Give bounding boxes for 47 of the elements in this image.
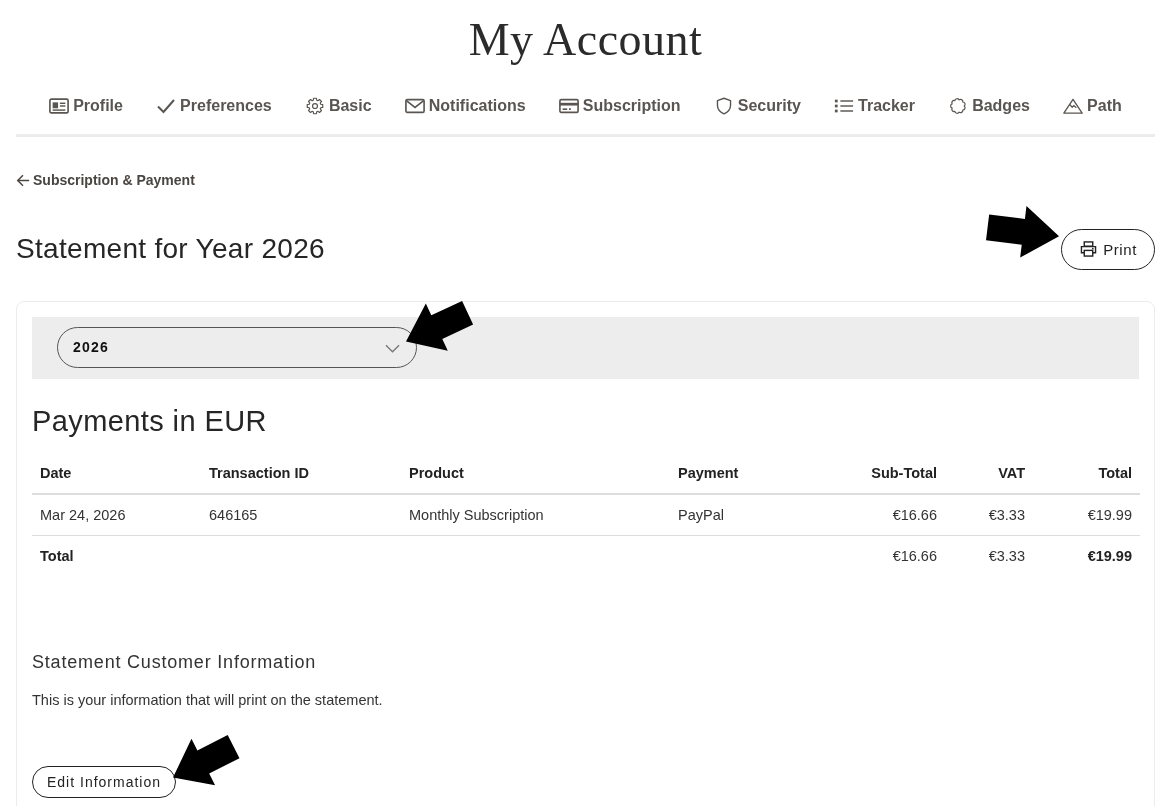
total-cell: €16.66	[840, 535, 945, 576]
mountain-icon	[1063, 97, 1084, 115]
info-text: This is your information that will print on the statement.	[32, 690, 384, 710]
nav-tab[interactable]: Badges	[948, 94, 1030, 118]
table-cell: Mar 24, 2026	[32, 493, 201, 535]
nav-tab[interactable]: Subscription	[558, 94, 681, 118]
envelope-icon	[404, 97, 425, 115]
column-header: VAT	[945, 452, 1033, 494]
printer-icon	[1080, 241, 1098, 257]
check-icon	[156, 97, 177, 115]
table-cell: €19.99	[1033, 493, 1140, 535]
gear-icon	[304, 97, 325, 115]
nav-tab[interactable]: Tracker	[834, 94, 915, 118]
column-header: Date	[32, 452, 201, 494]
table-cell: 646165	[201, 493, 401, 535]
nav-tab[interactable]: Profile	[49, 94, 123, 118]
grand-total-cell: €19.99	[1033, 535, 1140, 576]
page-title: My Account	[467, 13, 704, 67]
table-cell: Monthly Subscription	[401, 493, 670, 535]
column-header: Total	[1033, 452, 1140, 494]
total-label: Total	[32, 535, 201, 576]
nav-tab[interactable]: Preferences	[156, 94, 272, 118]
statement-heading: Statement for Year 2026	[16, 232, 325, 266]
arrow-left-icon	[16, 173, 30, 187]
section-title: Statement Customer Information	[32, 650, 318, 674]
nav-tab[interactable]: Path	[1063, 94, 1122, 118]
column-header: Product	[401, 452, 670, 494]
list-icon	[834, 97, 855, 115]
column-header: Transaction ID	[201, 452, 401, 494]
print-button[interactable]: Print	[1061, 228, 1155, 270]
section-title: Payments in EUR	[32, 403, 268, 439]
table-cell: €3.33	[945, 493, 1033, 535]
total-cell: €3.33	[945, 535, 1033, 576]
seal-icon	[948, 97, 969, 115]
credit-card-icon	[558, 97, 579, 115]
nav-tab[interactable]: Notifications	[404, 94, 526, 118]
year-select[interactable]: 2026	[57, 326, 417, 368]
column-header: Sub-Total	[840, 452, 945, 494]
table-cell: €16.66	[840, 493, 945, 535]
column-header: Payment	[670, 452, 840, 494]
id-card-icon	[49, 97, 70, 115]
table-cell: PayPal	[670, 493, 840, 535]
chevron-down-icon	[385, 343, 400, 353]
nav-tab[interactable]: Basic	[304, 94, 372, 118]
edit-information-button[interactable]: Edit Information	[32, 765, 177, 798]
nav-tab[interactable]: Security	[713, 94, 801, 118]
back-link[interactable]: Subscription & Payment	[16, 170, 195, 190]
